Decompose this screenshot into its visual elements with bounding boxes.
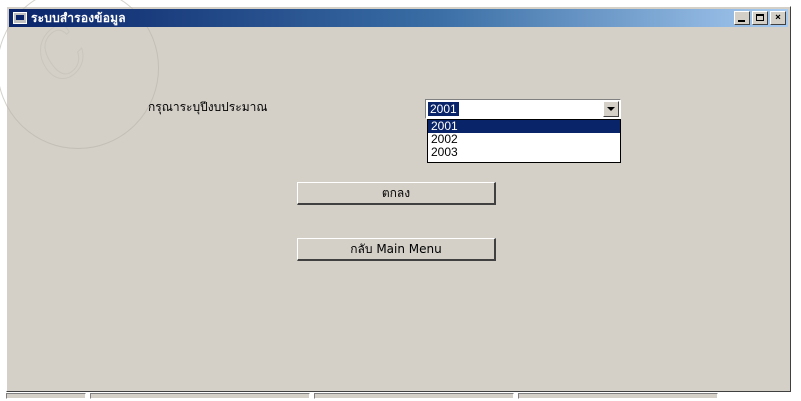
- chevron-down-icon[interactable]: [603, 101, 619, 117]
- minimize-icon: [738, 20, 745, 22]
- back-to-main-menu-button[interactable]: กลับ Main Menu: [297, 238, 496, 261]
- taskbar-panel: [6, 393, 86, 399]
- minimize-button[interactable]: [734, 11, 750, 25]
- combo-selected-value: 2001: [428, 102, 459, 116]
- fiscal-year-dropdown-list: 2001 2002 2003: [427, 119, 621, 163]
- ok-button-label: ตกลง: [381, 185, 411, 200]
- taskbar-panel: [314, 393, 514, 399]
- taskbar-panel: [90, 393, 310, 399]
- maximize-button[interactable]: [752, 11, 768, 25]
- title-bar[interactable]: ระบบสำรองข้อมูล ×: [9, 9, 788, 27]
- close-icon: ×: [774, 12, 782, 23]
- back-button-label: กลับ Main Menu: [350, 241, 442, 256]
- close-button[interactable]: ×: [770, 11, 786, 25]
- maximize-icon: [756, 14, 764, 21]
- fiscal-year-label: กรุณาระบุปีงบประมาณ: [148, 100, 268, 114]
- dropdown-option[interactable]: 2003: [428, 146, 620, 159]
- taskbar-strip: [0, 393, 801, 401]
- ok-button[interactable]: ตกลง: [297, 182, 496, 205]
- main-window: C ระบบสำรองข้อมูล × กรุณาระบุปีงบประมาณ …: [0, 0, 791, 392]
- app-icon[interactable]: [13, 12, 27, 24]
- window-title: ระบบสำรองข้อมูล: [31, 10, 126, 25]
- taskbar-panel: [518, 393, 718, 399]
- window-controls: ×: [732, 11, 786, 25]
- fiscal-year-combo[interactable]: 2001: [425, 99, 621, 119]
